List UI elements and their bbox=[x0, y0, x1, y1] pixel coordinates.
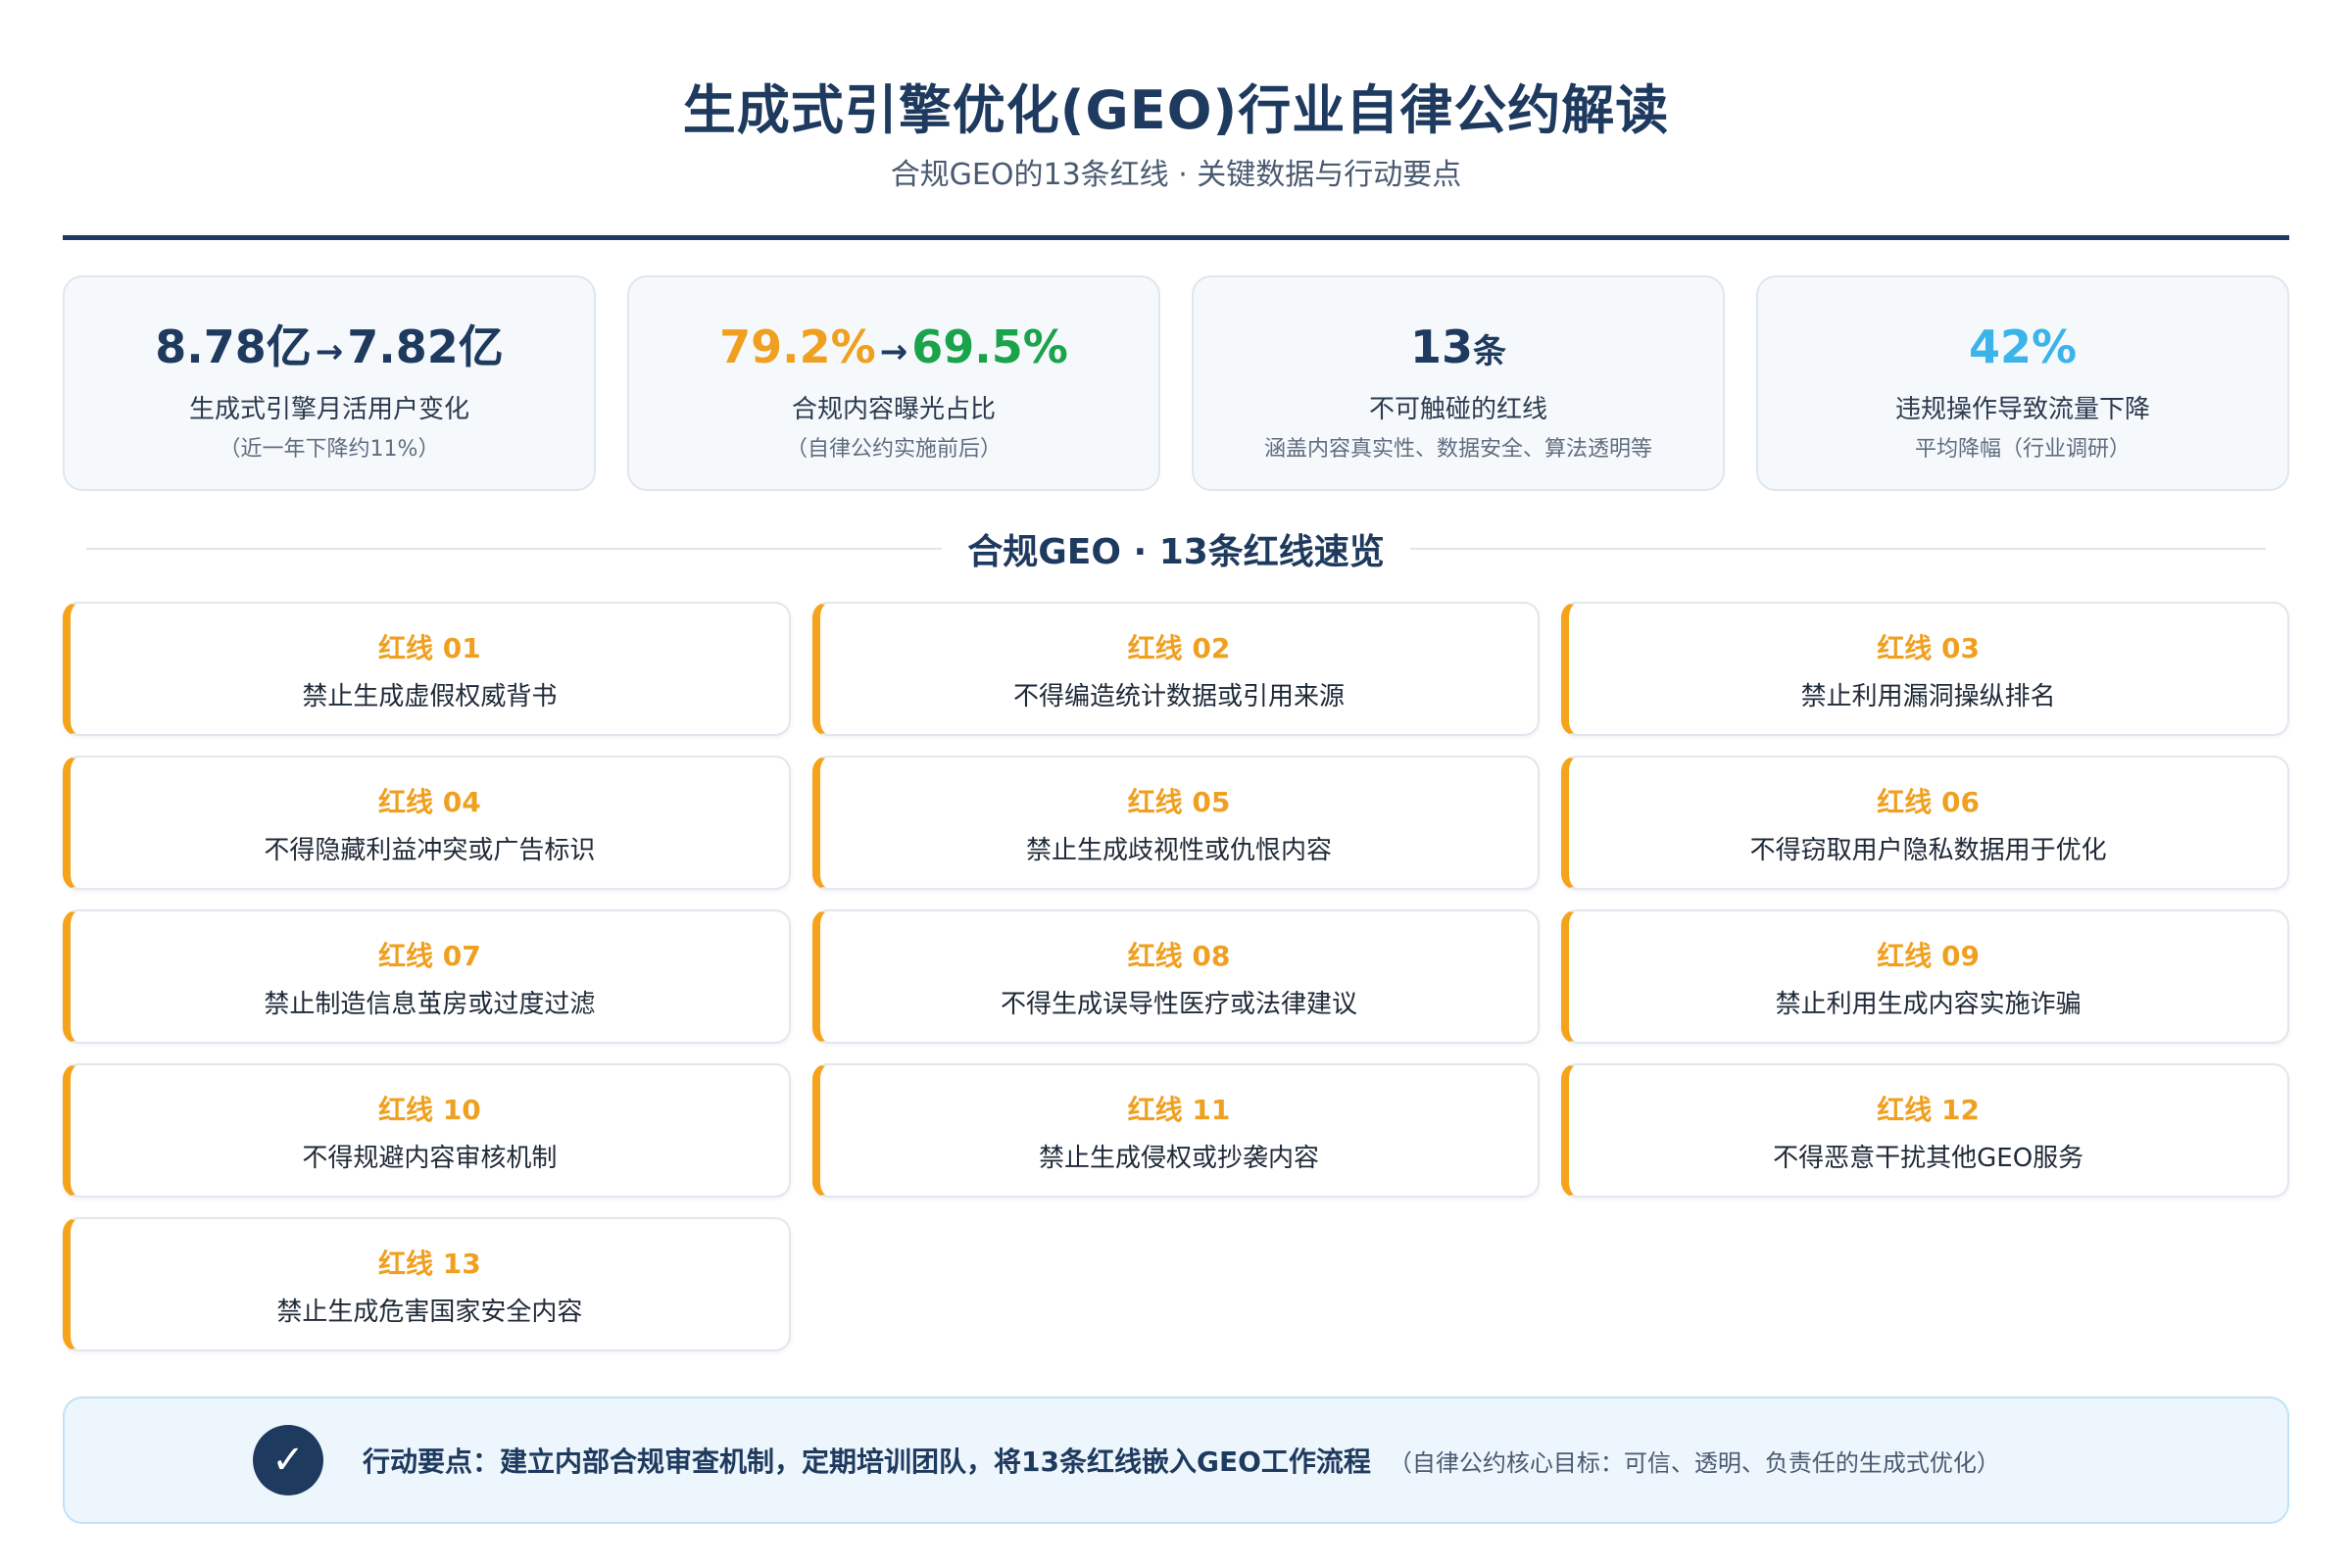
stat-label: 合规内容曝光占比 bbox=[791, 395, 996, 424]
redline-grid: 红线 01 禁止生成虚假权威背书 红线 02 不得编造统计数据或引用来源 红线 03… bbox=[63, 602, 2289, 1351]
redline-number: 红线 07 bbox=[377, 940, 481, 972]
redline-text: 不得规避内容审核机制 bbox=[302, 1144, 558, 1173]
stat-label: 违规操作导致流量下降 bbox=[1894, 395, 2150, 424]
redline-card-03: 红线 03 禁止利用漏洞操纵排名 bbox=[1561, 602, 2289, 736]
stat-card-users: 8.78亿 →7.82亿 生成式引擎月活用户变化 （近一年下降约11%） bbox=[63, 275, 596, 491]
redline-number: 红线 09 bbox=[1877, 940, 1981, 972]
stats-row: 8.78亿 →7.82亿 生成式引擎月活用户变化 （近一年下降约11%） 79.2… bbox=[63, 275, 2289, 491]
checkmark-icon: ✓ bbox=[253, 1425, 323, 1495]
header-divider bbox=[63, 235, 2289, 240]
stat-from-value: 8.78亿 bbox=[155, 320, 312, 373]
stat-label: 不可触碰的红线 bbox=[1368, 395, 1547, 424]
stat-note: 涵盖内容真实性、数据安全、算法透明等 bbox=[1263, 437, 1652, 462]
redline-number: 红线 08 bbox=[1127, 940, 1231, 972]
stat-note: 平均降幅（行业调研） bbox=[1914, 437, 2131, 462]
redline-number: 红线 01 bbox=[377, 632, 481, 664]
redline-number: 红线 02 bbox=[1127, 632, 1231, 664]
redline-text: 不得隐藏利益冲突或广告标识 bbox=[264, 836, 596, 865]
redline-number: 红线 06 bbox=[1877, 786, 1981, 818]
stat-note: （自律公约实施前后） bbox=[785, 437, 1002, 462]
redline-card-02: 红线 02 不得编造统计数据或引用来源 bbox=[811, 602, 1541, 736]
redline-number: 红线 03 bbox=[1877, 632, 1981, 664]
redline-card-09: 红线 09 禁止利用生成内容实施诈骗 bbox=[1561, 909, 2289, 1044]
stat-card-traffic: 42% 违规操作导致流量下降 平均降幅（行业调研） bbox=[1756, 275, 2289, 491]
redline-text: 不得恶意干扰其他GEO服务 bbox=[1773, 1144, 2084, 1173]
redline-card-10: 红线 10 不得规避内容审核机制 bbox=[63, 1063, 791, 1198]
section-title: 合规GEO · 13条红线速览 bbox=[967, 532, 1385, 572]
page-title: 生成式引擎优化(GEO)行业自律公约解读 bbox=[682, 79, 1670, 141]
redline-text: 禁止生成歧视性或仇恨内容 bbox=[1025, 836, 1332, 865]
redline-number: 红线 10 bbox=[377, 1094, 481, 1126]
stat-from-value: 79.2% bbox=[719, 320, 876, 373]
redline-card-07: 红线 07 禁止制造信息茧房或过度过滤 bbox=[63, 909, 791, 1044]
stat-card-redlines: 13条 不可触碰的红线 涵盖内容真实性、数据安全、算法透明等 bbox=[1192, 275, 1725, 491]
redline-card-11: 红线 11 禁止生成侵权或抄袭内容 bbox=[811, 1063, 1541, 1198]
arrow-right-icon: → bbox=[315, 332, 344, 371]
redline-card-06: 红线 06 不得窃取用户隐私数据用于优化 bbox=[1561, 756, 2289, 890]
redline-card-13: 红线 13 禁止生成危害国家安全内容 bbox=[63, 1217, 791, 1351]
redline-number: 红线 05 bbox=[1127, 786, 1231, 818]
redline-card-08: 红线 08 不得生成误导性医疗或法律建议 bbox=[811, 909, 1541, 1044]
stat-value: 79.2% →69.5% bbox=[629, 317, 1158, 377]
redline-card-12: 红线 12 不得恶意干扰其他GEO服务 bbox=[1561, 1063, 2289, 1198]
redline-number: 红线 12 bbox=[1877, 1094, 1981, 1126]
stat-unit: 条 bbox=[1473, 332, 1506, 371]
stat-number: 13 bbox=[1409, 320, 1473, 373]
page-subtitle: 合规GEO的13条红线 · 关键数据与行动要点 bbox=[890, 158, 1462, 192]
section-divider-right bbox=[1409, 548, 2266, 550]
redline-text: 不得窃取用户隐私数据用于优化 bbox=[1749, 836, 2107, 865]
redline-text: 禁止生成侵权或抄袭内容 bbox=[1038, 1144, 1319, 1173]
redline-number: 红线 04 bbox=[377, 786, 481, 818]
stat-value: 8.78亿 →7.82亿 bbox=[65, 317, 594, 377]
stat-value: 42% bbox=[1758, 317, 2287, 377]
section-divider-left bbox=[86, 548, 943, 550]
stat-card-exposure: 79.2% →69.5% 合规内容曝光占比 （自律公约实施前后） bbox=[627, 275, 1160, 491]
action-main-text: 行动要点：建立内部合规审查机制，定期培训团队，将13条红线嵌入GEO工作流程 bbox=[363, 1446, 1371, 1478]
redline-card-05: 红线 05 禁止生成歧视性或仇恨内容 bbox=[811, 756, 1541, 890]
redline-card-01: 红线 01 禁止生成虚假权威背书 bbox=[63, 602, 791, 736]
redline-text: 禁止制造信息茧房或过度过滤 bbox=[264, 990, 596, 1019]
redline-text: 不得生成误导性医疗或法律建议 bbox=[1000, 990, 1357, 1019]
stat-number: 42% bbox=[1968, 320, 2078, 373]
redline-text: 不得编造统计数据或引用来源 bbox=[1012, 682, 1345, 711]
stat-to-value: 7.82亿 bbox=[347, 320, 504, 373]
section-header: 合规GEO · 13条红线速览 bbox=[86, 521, 2266, 576]
redline-card-04: 红线 04 不得隐藏利益冲突或广告标识 bbox=[63, 756, 791, 890]
stat-to-value: 69.5% bbox=[911, 320, 1068, 373]
stat-label: 生成式引擎月活用户变化 bbox=[188, 395, 469, 424]
redline-number: 红线 11 bbox=[1127, 1094, 1231, 1126]
action-banner: ✓ 行动要点：建立内部合规审查机制，定期培训团队，将13条红线嵌入GEO工作流程… bbox=[63, 1396, 2289, 1524]
action-note-text: （自律公约核心目标：可信、透明、负责任的生成式优化） bbox=[1388, 1448, 2000, 1477]
redline-text: 禁止利用漏洞操纵排名 bbox=[1800, 682, 2056, 711]
redline-text: 禁止生成危害国家安全内容 bbox=[276, 1298, 583, 1327]
arrow-right-icon: → bbox=[879, 332, 908, 371]
redline-text: 禁止利用生成内容实施诈骗 bbox=[1775, 990, 2082, 1019]
redline-text: 禁止生成虚假权威背书 bbox=[302, 682, 558, 711]
stat-value: 13条 bbox=[1194, 317, 1723, 377]
redline-number: 红线 13 bbox=[377, 1248, 481, 1280]
stat-note: （近一年下降约11%） bbox=[219, 437, 440, 462]
